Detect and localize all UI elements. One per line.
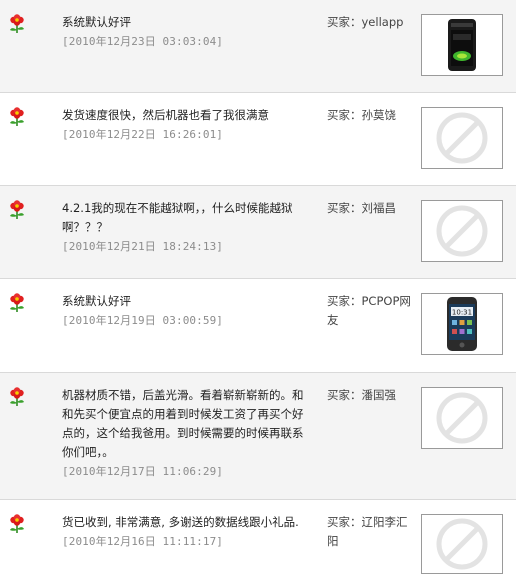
buyer-name[interactable]: 刘福昌 xyxy=(362,201,397,215)
review-text: 货已收到, 非常满意, 多谢送的数据线跟小礼品. xyxy=(62,515,299,529)
product-thumbnail[interactable] xyxy=(421,200,503,262)
review-date: [2010年12月22日 16:26:01] xyxy=(62,128,224,141)
no-image-placeholder-icon xyxy=(436,392,488,444)
buyer-name[interactable]: 潘国强 xyxy=(362,388,397,402)
review-text: 发货速度很快，然后机器也看了我很满意 xyxy=(62,108,269,122)
review-text: 4.2.1我的现在不能越狱啊，，什么时候能越狱啊？？？ xyxy=(62,201,293,234)
flower-icon xyxy=(10,14,24,33)
buyer-label: 买家： xyxy=(327,388,362,402)
buyer-info: 买家：yellapp xyxy=(327,13,413,32)
buyer-info: 买家：潘国强 xyxy=(327,386,413,405)
flower-icon xyxy=(10,200,24,219)
review-item: 4.2.1我的现在不能越狱啊，，什么时候能越狱啊？？？ [2010年12月21日… xyxy=(0,186,516,279)
product-thumbnail[interactable]: 10:31 xyxy=(421,293,503,355)
review-comment: 系统默认好评 [2010年12月19日 03:00:59] xyxy=(62,292,314,329)
buyer-label: 买家： xyxy=(327,15,362,29)
review-comment: 发货速度很快，然后机器也看了我很满意 [2010年12月22日 16:26:01… xyxy=(62,106,314,143)
nokia-phone-photo xyxy=(448,19,476,71)
product-thumbnail[interactable] xyxy=(421,514,503,574)
buyer-name[interactable]: yellapp xyxy=(362,15,404,29)
flower-icon xyxy=(10,514,24,533)
review-item: 货已收到, 非常满意, 多谢送的数据线跟小礼品. [2010年12月16日 11… xyxy=(0,500,516,578)
product-thumbnail[interactable] xyxy=(421,14,503,76)
buyer-label: 买家： xyxy=(327,108,362,122)
htc-phone-photo: 10:31 xyxy=(447,297,477,351)
buyer-label: 买家： xyxy=(327,201,362,215)
review-item: 系统默认好评 [2010年12月23日 03:03:04] 买家：yellapp xyxy=(0,0,516,93)
buyer-info: 买家：孙莫饶 xyxy=(327,106,413,125)
review-comment: 4.2.1我的现在不能越狱啊，，什么时候能越狱啊？？？ [2010年12月21日… xyxy=(62,199,314,255)
buyer-label: 买家： xyxy=(327,294,362,308)
review-comment: 机器材质不错，后盖光滑。看着崭新崭新的。和和先买个便宜点的用着到时候发工资了再买… xyxy=(62,386,314,480)
review-text: 系统默认好评 xyxy=(62,294,131,308)
product-thumbnail[interactable] xyxy=(421,387,503,449)
review-text: 机器材质不错，后盖光滑。看着崭新崭新的。和和先买个便宜点的用着到时候发工资了再买… xyxy=(62,388,304,459)
review-date: [2010年12月21日 18:24:13] xyxy=(62,240,224,253)
buyer-info: 买家：辽阳李汇阳 xyxy=(327,513,413,551)
buyer-info: 买家：刘福昌 xyxy=(327,199,413,218)
review-date: [2010年12月23日 03:03:04] xyxy=(62,35,224,48)
review-list: 系统默认好评 [2010年12月23日 03:03:04] 买家：yellapp xyxy=(0,0,516,578)
flower-icon xyxy=(10,293,24,312)
svg-text:10:31: 10:31 xyxy=(452,309,472,317)
buyer-name[interactable]: 孙莫饶 xyxy=(362,108,397,122)
no-image-placeholder-icon xyxy=(436,518,488,570)
review-date: [2010年12月19日 03:00:59] xyxy=(62,314,224,327)
buyer-info: 买家：PCPOP网友 xyxy=(327,292,413,330)
review-comment: 货已收到, 非常满意, 多谢送的数据线跟小礼品. [2010年12月16日 11… xyxy=(62,513,314,550)
no-image-placeholder-icon xyxy=(436,205,488,257)
review-item: 发货速度很快，然后机器也看了我很满意 [2010年12月22日 16:26:01… xyxy=(0,93,516,186)
review-item: 系统默认好评 [2010年12月19日 03:00:59] 买家：PCPOP网友… xyxy=(0,279,516,373)
no-image-placeholder-icon xyxy=(436,112,488,164)
review-text: 系统默认好评 xyxy=(62,15,131,29)
review-comment: 系统默认好评 [2010年12月23日 03:03:04] xyxy=(62,13,314,50)
buyer-label: 买家： xyxy=(327,515,362,529)
flower-icon xyxy=(10,387,24,406)
flower-icon xyxy=(10,107,24,126)
review-item: 机器材质不错，后盖光滑。看着崭新崭新的。和和先买个便宜点的用着到时候发工资了再买… xyxy=(0,373,516,500)
product-thumbnail[interactable] xyxy=(421,107,503,169)
review-date: [2010年12月17日 11:06:29] xyxy=(62,465,224,478)
review-date: [2010年12月16日 11:11:17] xyxy=(62,535,224,548)
